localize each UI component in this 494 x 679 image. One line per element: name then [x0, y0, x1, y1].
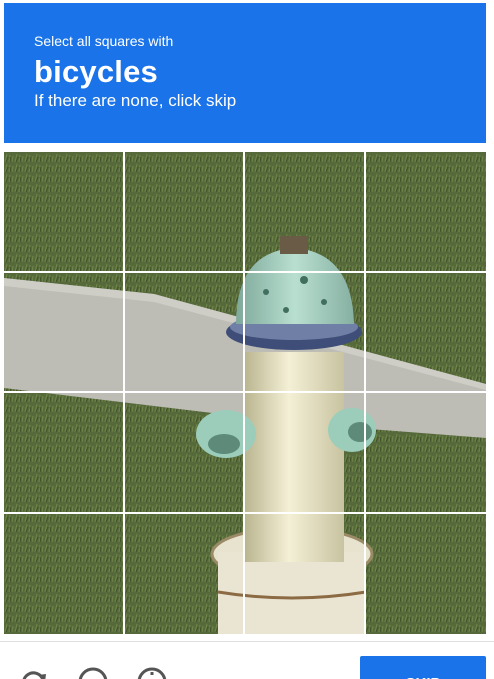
skip-hint: If there are none, click skip [34, 91, 237, 110]
audio-icon[interactable] [77, 666, 109, 679]
target-object: bicycles [34, 54, 158, 89]
image-tile[interactable] [365, 152, 486, 273]
image-tile[interactable] [245, 272, 366, 393]
image-tile[interactable] [4, 152, 125, 273]
image-tile[interactable] [4, 513, 125, 634]
image-tile[interactable] [4, 393, 125, 514]
info-icon[interactable] [136, 666, 168, 679]
image-grid [4, 152, 486, 634]
image-tile[interactable] [366, 514, 487, 635]
instruction-text: Select all squares with [34, 33, 174, 49]
image-tile[interactable] [4, 272, 125, 393]
image-tile[interactable] [124, 393, 245, 514]
challenge-header: Select all squares with bicycles If ther… [4, 3, 486, 143]
reload-icon[interactable] [18, 666, 50, 679]
image-tile[interactable] [365, 393, 486, 514]
captcha-widget: Select all squares with bicycles If ther… [0, 0, 494, 679]
image-tile[interactable] [245, 152, 366, 273]
image-tile[interactable] [245, 393, 366, 514]
image-tile[interactable] [125, 513, 245, 634]
skip-button[interactable]: SKIP [360, 656, 486, 679]
tile-grid [4, 152, 486, 634]
image-tile[interactable] [124, 152, 245, 273]
image-tile[interactable] [245, 513, 366, 634]
image-tile[interactable] [365, 273, 486, 393]
image-tile[interactable] [124, 272, 245, 393]
